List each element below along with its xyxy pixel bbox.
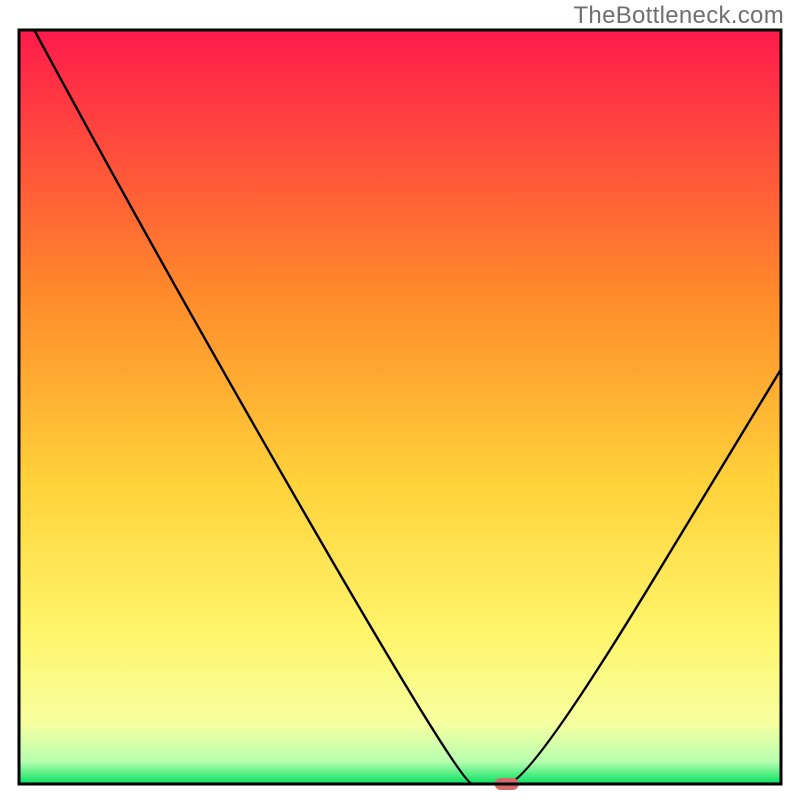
chart-container: TheBottleneck.com <box>0 0 800 800</box>
bottleneck-chart <box>0 0 800 800</box>
watermark-text: TheBottleneck.com <box>573 2 784 30</box>
